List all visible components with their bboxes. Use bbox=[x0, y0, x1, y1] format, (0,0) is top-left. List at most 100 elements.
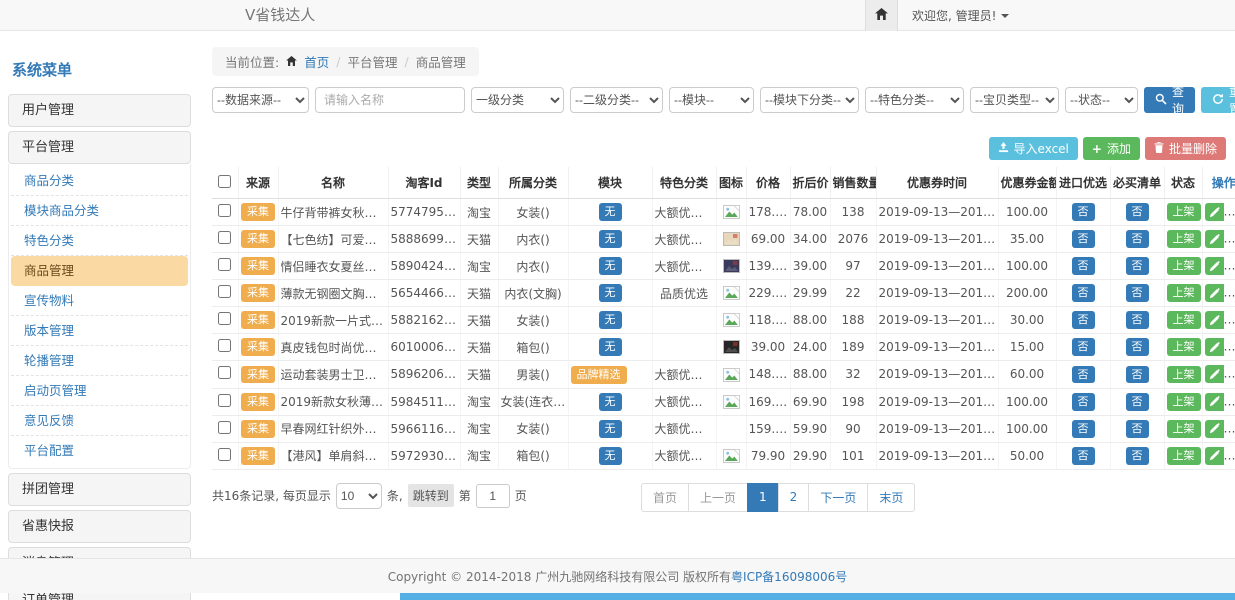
row-select-cell bbox=[212, 253, 238, 280]
status-badge[interactable]: 上架 bbox=[1167, 393, 1201, 411]
must-buy-badge[interactable]: 否 bbox=[1126, 284, 1149, 302]
status-badge[interactable]: 上架 bbox=[1167, 447, 1201, 465]
must-buy-badge[interactable]: 否 bbox=[1126, 257, 1149, 275]
edit-button[interactable] bbox=[1205, 257, 1224, 275]
sidebar-item-3[interactable]: 商品管理 bbox=[11, 256, 188, 286]
pager-last[interactable]: 末页 bbox=[867, 483, 915, 512]
row-checkbox[interactable] bbox=[218, 231, 231, 244]
import-select-badge[interactable]: 否 bbox=[1072, 366, 1095, 384]
row-checkbox[interactable] bbox=[218, 258, 231, 271]
filter-select-feature-category[interactable]: --特色分类-- bbox=[865, 87, 964, 113]
sidebar-item-6[interactable]: 轮播管理 bbox=[11, 346, 188, 376]
must-buy-badge[interactable]: 否 bbox=[1126, 420, 1149, 438]
must-buy-badge[interactable]: 否 bbox=[1126, 203, 1149, 221]
sidebar-item-7[interactable]: 启动页管理 bbox=[11, 376, 188, 406]
row-checkbox[interactable] bbox=[218, 312, 231, 325]
edit-button[interactable] bbox=[1205, 230, 1224, 248]
column-header-15: 状态 bbox=[1164, 167, 1202, 199]
status-badge[interactable]: 上架 bbox=[1167, 366, 1201, 384]
pager-first[interactable]: 首页 bbox=[641, 483, 689, 512]
sidebar-item-0[interactable]: 商品分类 bbox=[11, 166, 188, 196]
category: 男装() bbox=[498, 361, 568, 389]
pager-next[interactable]: 下一页 bbox=[808, 483, 868, 512]
must-buy-badge[interactable]: 否 bbox=[1126, 230, 1149, 248]
edit-button[interactable] bbox=[1205, 338, 1224, 356]
row-checkbox[interactable] bbox=[218, 448, 231, 461]
must-buy-badge[interactable]: 否 bbox=[1126, 366, 1149, 384]
column-header-13: 进口优选 bbox=[1056, 167, 1110, 199]
pager-page-1[interactable]: 1 bbox=[747, 483, 779, 512]
status-badge[interactable]: 上架 bbox=[1167, 203, 1201, 221]
must-buy-badge[interactable]: 否 bbox=[1126, 311, 1149, 329]
per-page-select[interactable]: 10 bbox=[336, 483, 382, 509]
sidebar-group-bottom-1[interactable]: 省惠快报 bbox=[8, 510, 191, 543]
page-number-input[interactable] bbox=[476, 484, 510, 508]
edit-button[interactable] bbox=[1205, 420, 1224, 438]
import-select-badge[interactable]: 否 bbox=[1072, 338, 1095, 356]
row-checkbox[interactable] bbox=[218, 394, 231, 407]
sidebar-item-1[interactable]: 模块商品分类 bbox=[11, 196, 188, 226]
pager-prev[interactable]: 上一页 bbox=[688, 483, 748, 512]
import-select-badge[interactable]: 否 bbox=[1072, 420, 1095, 438]
breadcrumb-home-link[interactable]: 首页 bbox=[304, 52, 329, 71]
sidebar-item-5[interactable]: 版本管理 bbox=[11, 316, 188, 346]
sidebar-item-9[interactable]: 平台配置 bbox=[11, 436, 188, 466]
product-name: 真皮钱包时尚优雅女士... bbox=[278, 334, 388, 361]
import-select-badge[interactable]: 否 bbox=[1072, 447, 1095, 465]
filter-select-goods-type[interactable]: --宝贝类型-- bbox=[970, 87, 1059, 113]
search-button[interactable]: 查询 bbox=[1144, 87, 1195, 113]
sidebar-group-bottom-0[interactable]: 拼团管理 bbox=[8, 473, 191, 506]
home-button[interactable] bbox=[865, 0, 898, 31]
add-button[interactable]: + 添加 bbox=[1083, 137, 1140, 160]
status-badge[interactable]: 上架 bbox=[1167, 230, 1201, 248]
filter-select-data-source[interactable]: --数据来源-- bbox=[212, 87, 309, 113]
import-select-badge[interactable]: 否 bbox=[1072, 311, 1095, 329]
edit-button[interactable] bbox=[1205, 311, 1224, 329]
select-all-checkbox[interactable] bbox=[218, 175, 231, 188]
must-buy-badge[interactable]: 否 bbox=[1126, 447, 1149, 465]
import-select-badge[interactable]: 否 bbox=[1072, 393, 1095, 411]
must-buy-badge[interactable]: 否 bbox=[1126, 338, 1149, 356]
operations-cell bbox=[1202, 199, 1235, 226]
icp-link[interactable]: 粤ICP备16098006号 bbox=[731, 568, 847, 585]
batch-delete-button[interactable]: 批量删除 bbox=[1145, 137, 1226, 160]
sidebar-group-platform[interactable]: 平台管理 bbox=[8, 131, 191, 164]
jump-button[interactable]: 跳转到 bbox=[408, 484, 454, 507]
filter-select-status[interactable]: --状态-- bbox=[1065, 87, 1138, 113]
status-badge[interactable]: 上架 bbox=[1167, 284, 1201, 302]
shop-type: 淘宝 bbox=[460, 199, 498, 226]
import-select-badge[interactable]: 否 bbox=[1072, 284, 1095, 302]
reset-button[interactable]: 重置 bbox=[1201, 87, 1235, 113]
sidebar-item-2[interactable]: 特色分类 bbox=[11, 226, 188, 256]
import-select-badge[interactable]: 否 bbox=[1072, 203, 1095, 221]
import-select-badge[interactable]: 否 bbox=[1072, 230, 1095, 248]
filter-select-level1-category[interactable]: 一级分类 bbox=[471, 87, 564, 113]
edit-button[interactable] bbox=[1205, 365, 1224, 383]
filter-select-module-sub-category[interactable]: --模块下分类-- bbox=[760, 87, 859, 113]
import-select-badge[interactable]: 否 bbox=[1072, 257, 1095, 275]
sidebar-item-8[interactable]: 意见反馈 bbox=[11, 406, 188, 436]
row-checkbox[interactable] bbox=[218, 285, 231, 298]
name-search-input[interactable] bbox=[315, 87, 465, 113]
row-checkbox[interactable] bbox=[218, 366, 231, 379]
row-checkbox[interactable] bbox=[218, 339, 231, 352]
edit-button[interactable] bbox=[1205, 284, 1224, 302]
status-badge[interactable]: 上架 bbox=[1167, 338, 1201, 356]
filter-select-module[interactable]: --模块-- bbox=[669, 87, 754, 113]
must-buy-badge[interactable]: 否 bbox=[1126, 393, 1149, 411]
user-menu[interactable]: 欢迎您, 管理员! bbox=[912, 0, 1009, 31]
edit-button[interactable] bbox=[1205, 393, 1224, 411]
row-checkbox[interactable] bbox=[218, 204, 231, 217]
import-excel-button[interactable]: 导入excel bbox=[989, 137, 1078, 160]
feature-category: 品质优选 bbox=[652, 280, 716, 307]
status-badge[interactable]: 上架 bbox=[1167, 257, 1201, 275]
sidebar-item-4[interactable]: 宣传物料 bbox=[11, 286, 188, 316]
status-badge[interactable]: 上架 bbox=[1167, 311, 1201, 329]
sidebar-group-users[interactable]: 用户管理 bbox=[8, 94, 191, 127]
status-badge[interactable]: 上架 bbox=[1167, 420, 1201, 438]
edit-button[interactable] bbox=[1205, 203, 1224, 221]
row-checkbox[interactable] bbox=[218, 421, 231, 434]
pager-page-2[interactable]: 2 bbox=[778, 483, 810, 512]
edit-button[interactable] bbox=[1205, 447, 1224, 465]
filter-select-level2-category[interactable]: --二级分类-- bbox=[570, 87, 663, 113]
